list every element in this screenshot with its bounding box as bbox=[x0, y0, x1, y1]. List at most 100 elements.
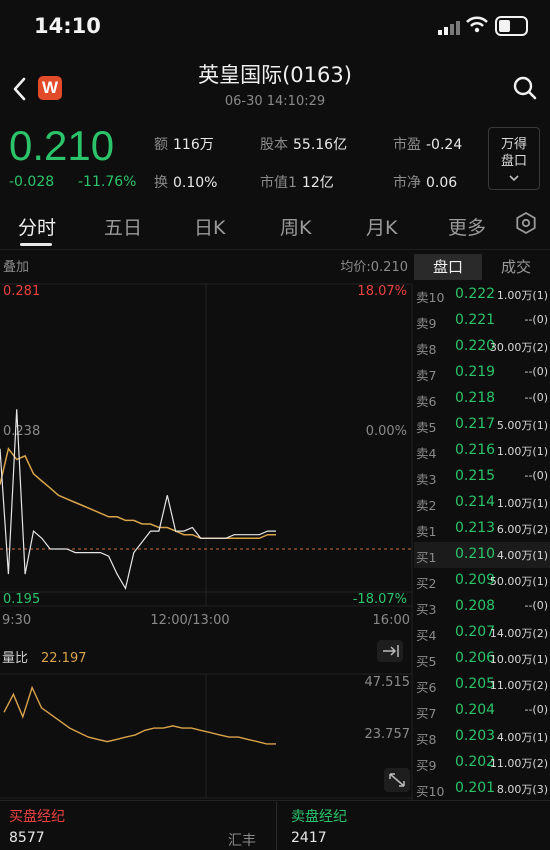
pct-axis-high: 18.07% bbox=[357, 284, 407, 299]
broker-divider bbox=[0, 800, 550, 801]
level-volume: 11.00万(2) bbox=[489, 757, 548, 770]
ask-row[interactable]: 卖3 0.215 --(0) bbox=[414, 464, 550, 490]
tab-weekly-k[interactable]: 周K bbox=[280, 213, 311, 240]
stat-pe: 市盈 -0.24 bbox=[393, 137, 463, 153]
chart-tabs: 分时 五日 日K 周K 月K 更多 bbox=[0, 205, 550, 247]
stat-turnover: 额 116万 bbox=[154, 137, 214, 153]
level-volume: --(0) bbox=[524, 391, 548, 404]
wifi-icon bbox=[466, 16, 488, 33]
wande-label-1: 万得 bbox=[500, 137, 527, 152]
level-volume: 5.00万(1) bbox=[496, 419, 548, 432]
tab-five-day[interactable]: 五日 bbox=[104, 213, 142, 240]
level-label: 卖6 bbox=[416, 394, 437, 409]
bid-row[interactable]: 买7 0.204 --(0) bbox=[414, 698, 550, 724]
level-price: 0.208 bbox=[455, 598, 496, 614]
settings-icon[interactable] bbox=[514, 211, 538, 235]
signal-icon bbox=[438, 21, 460, 35]
battery-icon bbox=[495, 16, 528, 36]
level-price: 0.219 bbox=[455, 364, 496, 380]
bid-row[interactable]: 买6 0.205 11.00万(2) bbox=[414, 672, 550, 698]
sell-broker-title[interactable]: 卖盘经纪 bbox=[291, 806, 347, 826]
level-volume: --(0) bbox=[524, 313, 548, 326]
level-volume: 50.00万(1) bbox=[489, 575, 548, 588]
ask-row[interactable]: 卖2 0.214 1.00万(1) bbox=[414, 490, 550, 516]
level-price: 0.222 bbox=[455, 286, 496, 302]
active-tab-indicator bbox=[20, 243, 52, 246]
tab-monthly-k[interactable]: 月K bbox=[366, 213, 397, 240]
volume-ratio-line bbox=[3, 685, 276, 745]
level-volume: 8.00万(3) bbox=[496, 783, 548, 796]
level-label: 买3 bbox=[416, 602, 437, 617]
bid-row[interactable]: 买8 0.203 4.00万(1) bbox=[414, 724, 550, 750]
ask-row[interactable]: 卖8 0.220 30.00万(2) bbox=[414, 334, 550, 360]
bid-row[interactable]: 买1 0.210 4.00万(1) bbox=[414, 542, 550, 568]
wande-label-2: 盘口 bbox=[500, 154, 527, 169]
level-label: 卖2 bbox=[416, 498, 437, 513]
price-line bbox=[0, 409, 276, 591]
level-label: 买9 bbox=[416, 758, 437, 773]
tab-daily-k[interactable]: 日K bbox=[194, 213, 225, 240]
quote-datetime: 06-30 14:10:29 bbox=[224, 94, 326, 109]
bid-row[interactable]: 买10 0.201 8.00万(3) bbox=[414, 776, 550, 802]
level-price: 0.203 bbox=[455, 728, 496, 744]
level-volume: 1.00万(1) bbox=[496, 497, 548, 510]
tab-trades[interactable]: 成交 bbox=[482, 254, 550, 280]
buy-broker-title[interactable]: 买盘经纪 bbox=[9, 806, 65, 826]
ask-row[interactable]: 卖5 0.217 5.00万(1) bbox=[414, 412, 550, 438]
level-label: 卖9 bbox=[416, 316, 437, 331]
tab-more[interactable]: 更多 bbox=[448, 213, 486, 240]
buy-broker-count: 8577 bbox=[9, 830, 45, 846]
bid-row[interactable]: 买2 0.209 50.00万(1) bbox=[414, 568, 550, 594]
orderbook-tabs: 盘口 成交 bbox=[414, 254, 550, 280]
bid-row[interactable]: 买9 0.202 11.00万(2) bbox=[414, 750, 550, 776]
level-price: 0.214 bbox=[455, 494, 496, 510]
ask-row[interactable]: 卖9 0.221 --(0) bbox=[414, 308, 550, 334]
level-volume: --(0) bbox=[524, 469, 548, 482]
ask-row[interactable]: 卖10 0.222 1.00万(1) bbox=[414, 282, 550, 308]
pct-axis-mid: 0.00% bbox=[366, 424, 407, 439]
price-axis-mid: 0.238 bbox=[3, 424, 40, 439]
level-label: 卖8 bbox=[416, 342, 437, 357]
price-axis-low: 0.195 bbox=[3, 592, 40, 607]
level-label: 卖4 bbox=[416, 446, 437, 461]
level-label: 买2 bbox=[416, 576, 437, 591]
volume-ratio-label: 量比 bbox=[2, 651, 28, 666]
ask-row[interactable]: 卖6 0.218 --(0) bbox=[414, 386, 550, 412]
tab-intraday[interactable]: 分时 bbox=[18, 213, 56, 240]
volume-axis-high: 47.515 bbox=[365, 675, 411, 690]
chevron-down-icon bbox=[509, 175, 519, 182]
intraday-chart[interactable]: 叠加 均价:0.210 0.281 0.238 0.195 18.07% 0.0… bbox=[0, 250, 414, 800]
tab-orderbook[interactable]: 盘口 bbox=[414, 254, 482, 280]
level-price: 0.213 bbox=[455, 520, 496, 536]
level-volume: --(0) bbox=[524, 599, 548, 612]
ask-row[interactable]: 卖7 0.219 --(0) bbox=[414, 360, 550, 386]
stat-pb: 市净 0.06 bbox=[393, 175, 458, 191]
search-icon[interactable] bbox=[512, 75, 538, 101]
price-change-pct: -11.76% bbox=[78, 174, 137, 190]
level-volume: 14.00万(2) bbox=[489, 627, 548, 640]
level-volume: --(0) bbox=[524, 365, 548, 378]
level-volume: 4.00万(1) bbox=[496, 731, 548, 744]
ask-row[interactable]: 卖4 0.216 1.00万(1) bbox=[414, 438, 550, 464]
buy-broker-name: 汇丰 bbox=[228, 833, 256, 849]
stat-turnover-rate: 换 0.10% bbox=[154, 175, 218, 191]
expand-right-icon[interactable] bbox=[377, 640, 403, 662]
bid-row[interactable]: 买3 0.208 --(0) bbox=[414, 594, 550, 620]
average-price-line bbox=[0, 446, 276, 540]
avg-price-label: 均价:0.210 bbox=[340, 260, 408, 275]
level-price: 0.218 bbox=[455, 390, 496, 406]
bid-row[interactable]: 买5 0.206 10.00万(1) bbox=[414, 646, 550, 672]
level-label: 买5 bbox=[416, 654, 437, 669]
ask-row[interactable]: 卖1 0.213 6.00万(2) bbox=[414, 516, 550, 542]
stock-title: 英皇国际(0163) bbox=[198, 63, 352, 87]
bid-row[interactable]: 买4 0.207 14.00万(2) bbox=[414, 620, 550, 646]
wande-panel-button[interactable]: 万得 盘口 bbox=[488, 127, 540, 190]
overlay-label[interactable]: 叠加 bbox=[3, 260, 29, 275]
level-label: 卖7 bbox=[416, 368, 437, 383]
pct-axis-low: -18.07% bbox=[353, 592, 407, 607]
price-change: -0.028 bbox=[9, 174, 55, 190]
level-label: 卖1 bbox=[416, 524, 437, 539]
level-volume: 1.00万(1) bbox=[496, 289, 548, 302]
level-price: 0.215 bbox=[455, 468, 496, 484]
fullscreen-icon[interactable] bbox=[384, 768, 410, 792]
